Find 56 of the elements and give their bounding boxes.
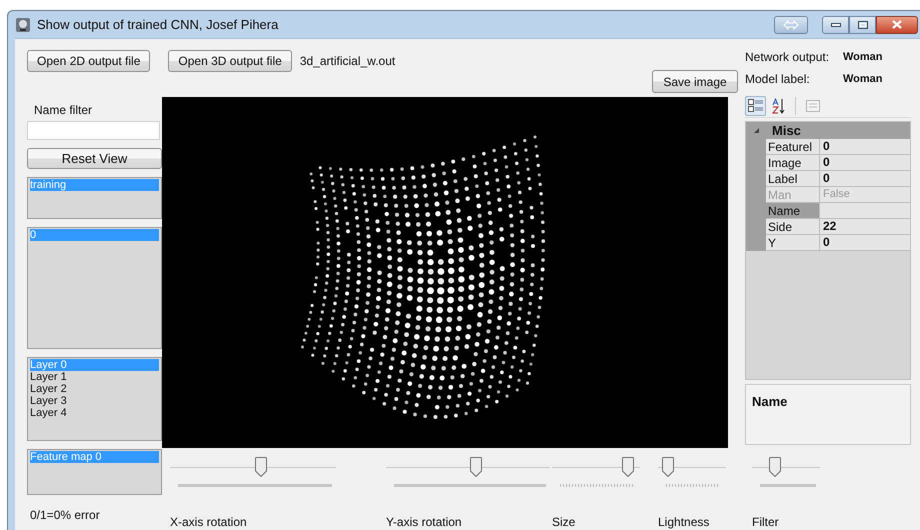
property-pages-icon: [806, 100, 820, 112]
sort-icon: [772, 98, 786, 114]
categorized-button[interactable]: [745, 96, 766, 116]
double-arrow-icon: [783, 20, 799, 30]
output-value: Woman: [843, 51, 883, 63]
property-name[interactable]: Image: [766, 155, 820, 171]
window-title: Show output of trained CNN, Josef Pihera: [37, 17, 278, 32]
slider-label: X-axis rotation: [170, 515, 248, 529]
property-name[interactable]: Name: [766, 203, 820, 219]
slider-label: Y-axis rotation: [386, 515, 463, 529]
expand-icon[interactable]: [753, 127, 760, 134]
categorized-icon: [748, 99, 764, 113]
app-icon: [15, 16, 31, 32]
list-item[interactable]: Layer 2: [30, 383, 159, 395]
property-name[interactable]: Featurel: [766, 139, 820, 155]
close-button[interactable]: [876, 16, 918, 34]
output-label: Model label:: [745, 72, 811, 86]
minimize-icon: [830, 22, 840, 26]
output-label: Network output:: [745, 50, 830, 64]
property-name[interactable]: Label: [766, 171, 820, 187]
list-box[interactable]: Layer 0 Layer 1 Layer 2 Layer 3 Layer 4: [27, 357, 162, 441]
close-icon: [892, 20, 902, 29]
open-file-button[interactable]: Open 2D output file: [27, 50, 150, 72]
slider-thumb[interactable]: [254, 457, 267, 477]
slider-thumb[interactable]: [662, 457, 674, 477]
open-file-button[interactable]: Open 3D output file: [168, 50, 292, 72]
resize-button[interactable]: [774, 16, 808, 34]
file-name: 3d_artificial_w.out: [300, 54, 396, 68]
slider-thumb[interactable]: [768, 457, 781, 477]
list-item[interactable]: Layer 1: [30, 371, 159, 383]
property-value[interactable]: 0: [820, 155, 910, 171]
save-image-button[interactable]: Save image: [652, 70, 738, 93]
slider-label: Lightness: [658, 515, 710, 529]
property-value[interactable]: 22: [820, 219, 910, 235]
slider-thumb[interactable]: [622, 457, 634, 477]
description-title: Name: [752, 394, 788, 409]
name-filter-field[interactable]: [27, 121, 160, 140]
field-label: Name filter: [34, 103, 94, 118]
render-view[interactable]: [162, 97, 728, 448]
list-item[interactable]: Layer 4: [30, 407, 159, 419]
slider-thumb[interactable]: [470, 457, 482, 477]
property-name[interactable]: Side: [766, 219, 820, 235]
property-value[interactable]: 0: [820, 171, 910, 187]
output-value: Woman: [843, 73, 883, 85]
maximize-icon: [858, 20, 868, 28]
slider-label: Filter: [752, 515, 780, 529]
property-value[interactable]: 0: [820, 139, 910, 155]
error-rate: 0/1=0% error: [30, 508, 101, 522]
slider-label: Size: [552, 515, 576, 529]
property-name[interactable]: Y: [766, 235, 820, 251]
minimize-button[interactable]: [822, 16, 849, 34]
property-value[interactable]: 0: [820, 235, 910, 251]
category-name: Misc: [772, 123, 801, 138]
list-item[interactable]: Layer 3: [30, 395, 159, 407]
reset-view-button[interactable]: Reset View: [27, 148, 162, 169]
maximize-button[interactable]: [849, 16, 876, 34]
